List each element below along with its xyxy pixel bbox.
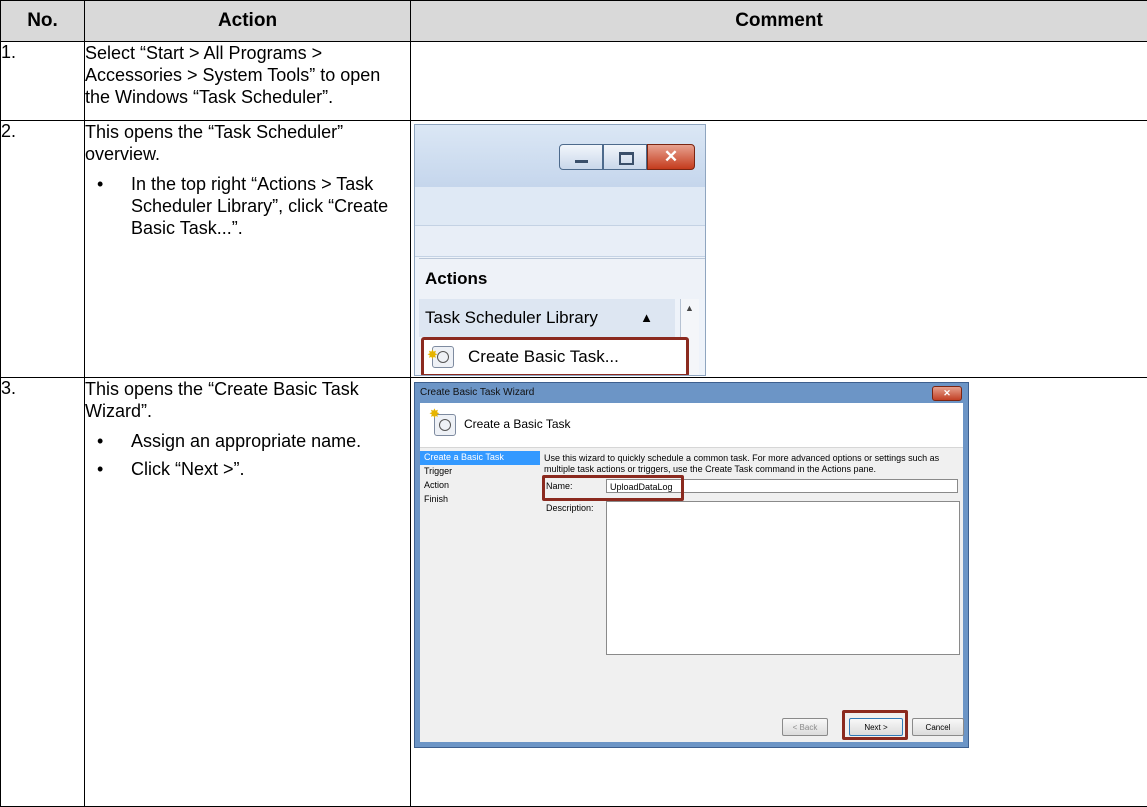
- toolbar-band: [415, 187, 705, 226]
- step-number: 2.: [1, 121, 85, 378]
- step-number: 1.: [1, 42, 85, 121]
- create-basic-task-label: Create Basic Task...: [468, 347, 619, 366]
- header-action: Action: [85, 1, 411, 42]
- step-action-text: This opens the “Create Basic Task Wizard…: [85, 378, 410, 422]
- wizard-step-finish[interactable]: Finish: [420, 493, 540, 507]
- wizard-step-trigger[interactable]: Trigger: [420, 465, 540, 479]
- task-scheduler-library-group[interactable]: Task Scheduler Library ▲: [419, 299, 675, 337]
- new-task-icon: [434, 414, 456, 436]
- maximize-button[interactable]: [603, 144, 647, 170]
- step-row-1: 1. Select “Start > All Programs > Access…: [1, 42, 1147, 121]
- wizard-step-create[interactable]: Create a Basic Task: [420, 451, 540, 465]
- header-comment: Comment: [411, 1, 1147, 42]
- step-comment: ✕ Actions Task Scheduler Library ▲ Creat…: [411, 121, 1147, 378]
- description-field[interactable]: [606, 501, 960, 655]
- wizard-steps-list: Create a Basic Task Trigger Action Finis…: [420, 451, 540, 507]
- step-action: This opens the “Task Scheduler” overview…: [85, 121, 411, 378]
- close-icon: ✕: [648, 145, 694, 169]
- description-label: Description:: [546, 503, 594, 513]
- task-scheduler-screenshot: ✕ Actions Task Scheduler Library ▲ Creat…: [414, 124, 706, 376]
- next-highlight: [842, 710, 908, 740]
- create-basic-task-wizard-screenshot: Create Basic Task Wizard ✕ Create a Basi…: [414, 382, 969, 748]
- wizard-step-action[interactable]: Action: [420, 479, 540, 493]
- instruction-table: No. Action Comment 1. Select “Start > Al…: [0, 0, 1147, 807]
- new-task-icon: [432, 346, 454, 368]
- step-row-3: 3. This opens the “Create Basic Task Wiz…: [1, 378, 1147, 807]
- step-number: 3.: [1, 378, 85, 807]
- library-label: Task Scheduler Library: [425, 308, 598, 327]
- wizard-window-title: Create Basic Task Wizard: [420, 387, 534, 398]
- cancel-button[interactable]: Cancel: [912, 718, 964, 736]
- wizard-intro-text: Use this wizard to quickly schedule a co…: [544, 453, 964, 475]
- window-titlebar: ✕: [415, 125, 705, 187]
- step-row-2: 2. This opens the “Task Scheduler” overv…: [1, 121, 1147, 378]
- step-comment: [411, 42, 1147, 121]
- name-highlight: [542, 475, 684, 501]
- header-no: No.: [1, 1, 85, 42]
- actions-pane-title: Actions: [419, 258, 705, 299]
- wizard-header: Create a Basic Task: [420, 403, 963, 448]
- wizard-header-title: Create a Basic Task: [464, 417, 571, 431]
- collapse-arrow-icon: ▲: [640, 299, 653, 337]
- create-basic-task-action[interactable]: Create Basic Task...: [421, 337, 689, 376]
- close-icon[interactable]: ✕: [932, 386, 962, 401]
- step-bullet: In the top right “Actions > Task Schedul…: [85, 173, 410, 239]
- back-button[interactable]: < Back: [782, 718, 828, 736]
- step-bullet: Assign an appropriate name.: [85, 430, 410, 452]
- menu-band: [415, 226, 705, 257]
- step-comment: Create Basic Task Wizard ✕ Create a Basi…: [411, 378, 1147, 807]
- step-action: This opens the “Create Basic Task Wizard…: [85, 378, 411, 807]
- wizard-body: Create a Basic Task Create a Basic Task …: [420, 403, 963, 742]
- step-action: Select “Start > All Programs > Accessori…: [85, 42, 411, 121]
- step-action-text: Select “Start > All Programs > Accessori…: [85, 42, 410, 108]
- close-button[interactable]: ✕: [647, 144, 695, 170]
- step-bullet: Click “Next >”.: [85, 458, 410, 480]
- header-row: No. Action Comment: [1, 1, 1147, 42]
- wizard-footer: < Back Next > Cancel: [420, 710, 963, 742]
- step-action-text: This opens the “Task Scheduler” overview…: [85, 121, 410, 165]
- minimize-button[interactable]: [559, 144, 603, 170]
